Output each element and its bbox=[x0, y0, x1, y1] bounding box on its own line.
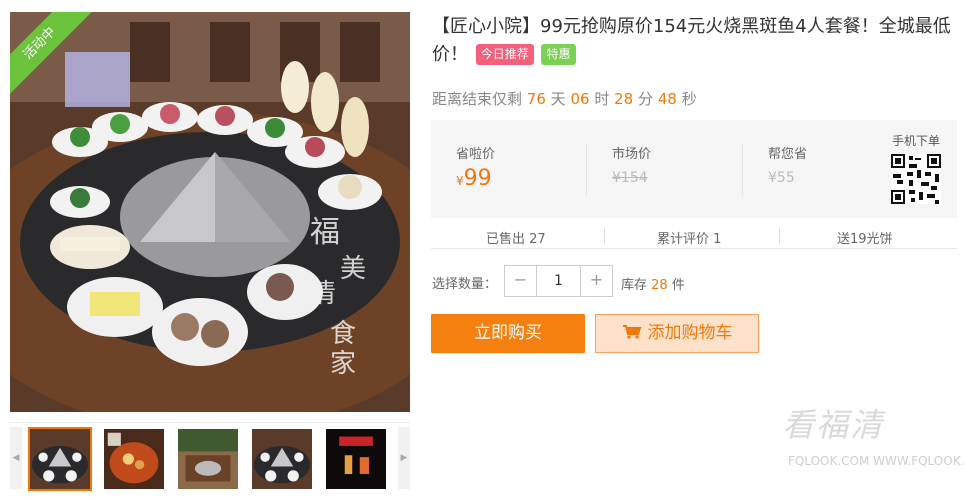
quantity-input[interactable] bbox=[537, 266, 580, 296]
thumbnail[interactable] bbox=[102, 427, 166, 491]
product-main-image[interactable]: 福 美 清 食 家 活动中 bbox=[10, 12, 410, 412]
right-arrow-icon[interactable]: ▶ bbox=[398, 427, 410, 489]
countdown-seconds: 48 bbox=[657, 90, 677, 108]
tag-today-recommend: 今日推荐 bbox=[475, 44, 534, 65]
watermark-logo: 看福清 bbox=[782, 406, 885, 444]
deal-price-amount: 99 bbox=[463, 166, 492, 191]
divider bbox=[742, 144, 743, 196]
stock-prefix: 库存 bbox=[621, 278, 648, 293]
buy-now-button[interactable]: 立即购买 bbox=[431, 314, 585, 353]
add-to-cart-button[interactable]: 添加购物车 bbox=[595, 314, 759, 353]
cart-icon bbox=[622, 325, 641, 339]
divider bbox=[779, 228, 780, 244]
quantity-row: 选择数量： − + 库存 28 件 bbox=[431, 265, 957, 297]
stock-count: 28 bbox=[651, 278, 668, 293]
svg-text:清: 清 bbox=[310, 279, 336, 309]
quantity-stepper: − + bbox=[504, 265, 613, 297]
countdown-minutes-unit: 分 bbox=[638, 90, 654, 108]
divider bbox=[586, 144, 587, 196]
market-price-label: 市场价 bbox=[612, 147, 652, 162]
countdown-minutes: 28 bbox=[614, 90, 634, 108]
hotpot-photo: 福 美 清 食 家 bbox=[10, 12, 410, 412]
thumbnail[interactable] bbox=[250, 427, 314, 491]
quantity-label: 选择数量： bbox=[432, 277, 498, 292]
countdown-prefix: 距离结束仅剩 bbox=[432, 90, 523, 108]
svg-text:家: 家 bbox=[330, 349, 356, 379]
qr-code-icon[interactable] bbox=[891, 154, 941, 204]
countdown: 距离结束仅剩 76 天 06 时 28 分 48 秒 bbox=[432, 88, 697, 109]
thumbnail-strip: ◀ ▶ bbox=[10, 422, 410, 492]
thumbnail[interactable] bbox=[176, 427, 240, 491]
decrease-button[interactable]: − bbox=[505, 266, 537, 296]
countdown-days-unit: 天 bbox=[550, 90, 566, 108]
price-panel: 省啦价 ¥99 市场价 ¥154 帮您省 ¥55 手机下单 bbox=[431, 120, 957, 218]
sales-stats: 已售出 27 累计评价 1 送19光饼 bbox=[431, 225, 957, 249]
market-price-value: ¥154 bbox=[612, 170, 648, 186]
sold-count: 已售出 27 bbox=[486, 232, 546, 247]
mobile-order-label: 手机下单 bbox=[892, 134, 941, 148]
watermark-url: FQLOOK.COM WWW.FQLOOK.COM bbox=[788, 454, 965, 468]
stock-unit: 件 bbox=[671, 278, 685, 293]
currency-symbol: ¥ bbox=[456, 174, 464, 188]
you-save-label: 帮您省 bbox=[768, 147, 808, 162]
svg-text:食: 食 bbox=[330, 319, 356, 349]
gift-info: 送19光饼 bbox=[837, 232, 893, 247]
tag-special-offer: 特惠 bbox=[541, 44, 576, 65]
svg-text:福: 福 bbox=[310, 215, 340, 250]
add-to-cart-label: 添加购物车 bbox=[647, 323, 733, 343]
thumbnail[interactable] bbox=[28, 427, 92, 491]
divider bbox=[604, 228, 605, 244]
countdown-days: 76 bbox=[526, 90, 546, 108]
thumbnail[interactable] bbox=[324, 427, 388, 491]
deal-price-label: 省啦价 bbox=[456, 147, 496, 162]
svg-text:美: 美 bbox=[340, 254, 366, 284]
increase-button[interactable]: + bbox=[580, 266, 612, 296]
left-arrow-icon[interactable]: ◀ bbox=[10, 427, 22, 489]
review-count[interactable]: 累计评价 1 bbox=[657, 228, 721, 247]
stock-info: 库存 28 件 bbox=[621, 274, 685, 293]
countdown-seconds-unit: 秒 bbox=[681, 90, 697, 108]
countdown-hours: 06 bbox=[570, 90, 590, 108]
deal-price-value: ¥99 bbox=[456, 166, 492, 191]
you-save-value: ¥55 bbox=[768, 170, 795, 186]
watermark: 看福清 FQLOOK.COM WWW.FQLOOK.COM bbox=[782, 400, 965, 475]
product-title: 【匠心小院】99元抢购原价154元火烧黑斑鱼4人套餐！全城最低价！ 今日推荐 特… bbox=[432, 13, 957, 69]
countdown-hours-unit: 时 bbox=[594, 90, 610, 108]
